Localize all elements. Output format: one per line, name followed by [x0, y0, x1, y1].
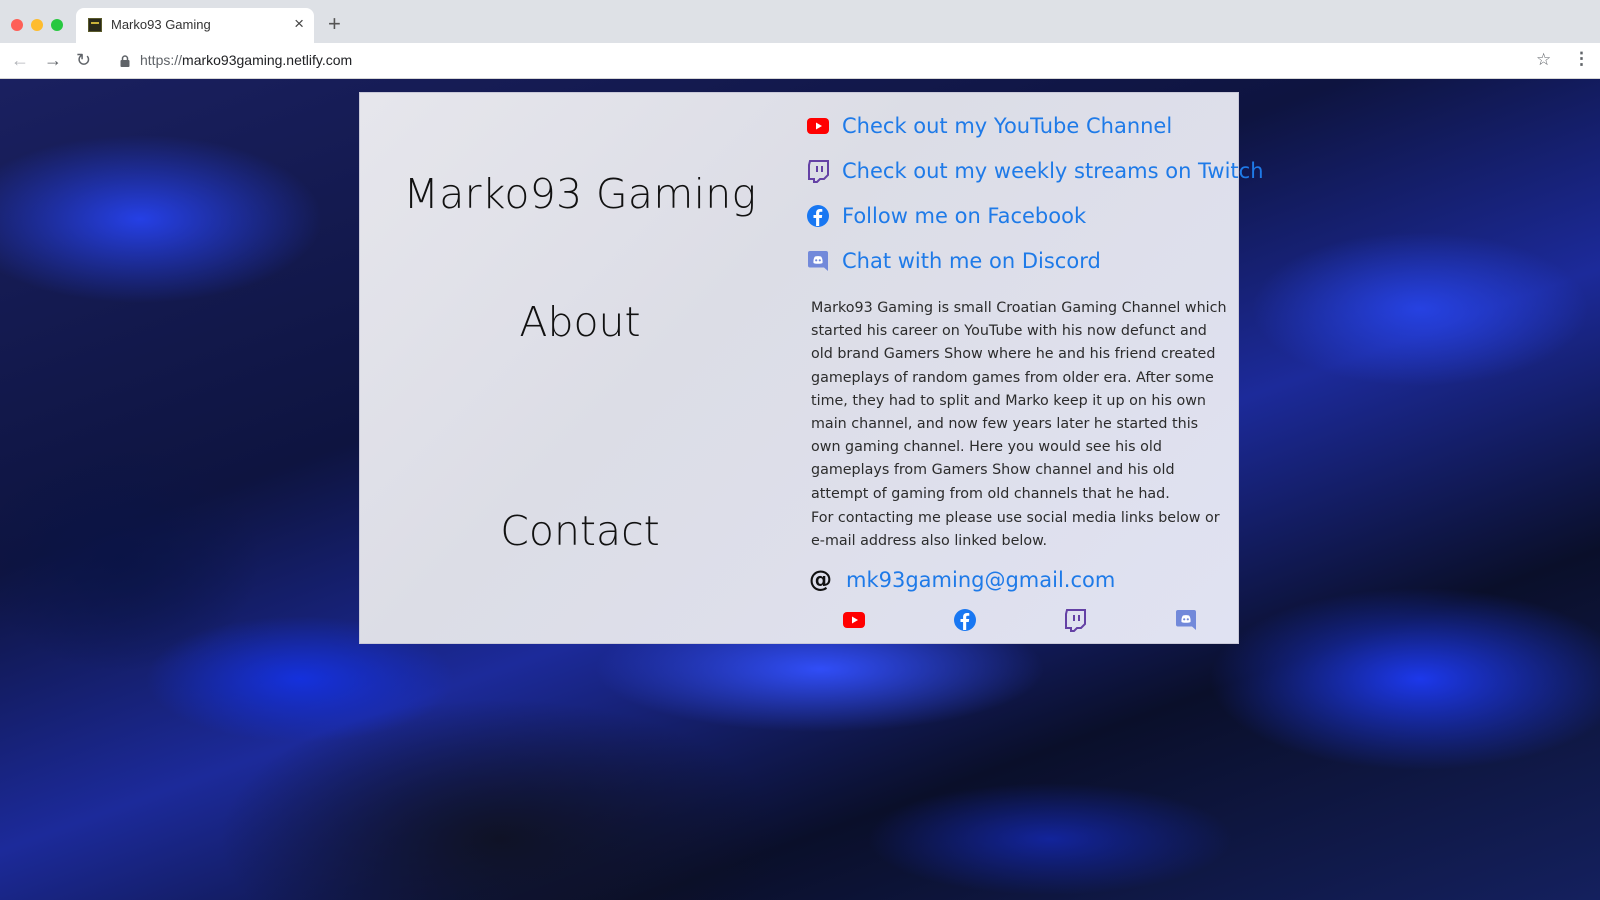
contact-heading: Contact: [500, 507, 660, 555]
twitch-link[interactable]: Check out my weekly streams on Twitch: [806, 159, 1264, 183]
contact-text: For contacting me please use social medi…: [811, 510, 1220, 550]
reload-icon[interactable]: ↻: [76, 49, 91, 71]
twitch-icon: [808, 160, 829, 183]
discord-icon[interactable]: [1173, 608, 1199, 632]
youtube-icon[interactable]: [841, 608, 867, 632]
facebook-icon: [807, 205, 829, 227]
twitch-link-label: Check out my weekly streams on Twitch: [842, 159, 1264, 183]
email-row: @ mk93gaming@gmail.com: [809, 567, 1115, 593]
forward-arrow-icon[interactable]: →: [44, 49, 62, 71]
discord-link[interactable]: Chat with me on Discord: [806, 249, 1101, 273]
minimize-window-button[interactable]: [31, 19, 43, 31]
address-bar[interactable]: https://marko93gaming.netlify.com: [140, 52, 352, 68]
tab-close-button[interactable]: ×: [294, 14, 304, 34]
discord-link-label: Chat with me on Discord: [842, 249, 1101, 273]
browser-toolbar: ← → ↻ https://marko93gaming.netlify.com …: [0, 43, 1600, 79]
about-heading: About: [519, 298, 641, 346]
footer-social-icons: [360, 608, 1240, 634]
youtube-link[interactable]: Check out my YouTube Channel: [806, 114, 1172, 138]
browser-tab[interactable]: Marko93 Gaming ×: [76, 8, 314, 43]
url-scheme: https://: [140, 52, 183, 68]
site-title: Marko93 Gaming: [403, 170, 757, 218]
new-tab-button[interactable]: +: [328, 13, 341, 35]
twitch-icon[interactable]: [1062, 608, 1088, 632]
facebook-icon[interactable]: [952, 608, 978, 632]
close-window-button[interactable]: [11, 19, 23, 31]
discord-icon: [808, 251, 828, 271]
main-card: Marko93 Gaming About Contact Check out m…: [359, 92, 1264, 644]
youtube-icon: [807, 118, 829, 134]
youtube-link-label: Check out my YouTube Channel: [842, 114, 1173, 138]
browser-titlebar: Marko93 Gaming × +: [0, 0, 1600, 43]
star-icon[interactable]: ☆: [1536, 50, 1551, 70]
maximize-window-button[interactable]: [51, 19, 63, 31]
facebook-link[interactable]: Follow me on Facebook: [806, 204, 1086, 228]
url-host: marko93gaming.netlify.com: [182, 52, 353, 68]
at-sign-icon: @: [809, 567, 832, 593]
menu-icon[interactable]: ⋮: [1573, 49, 1590, 69]
email-link[interactable]: mk93gaming@gmail.com: [846, 568, 1115, 592]
favicon-icon: [88, 18, 102, 32]
tab-title: Marko93 Gaming: [111, 17, 211, 32]
about-text: Marko93 Gaming is small Croatian Gaming …: [811, 300, 1227, 502]
facebook-link-label: Follow me on Facebook: [842, 204, 1087, 228]
back-arrow-icon[interactable]: ←: [11, 49, 29, 71]
lock-icon: [120, 55, 130, 67]
